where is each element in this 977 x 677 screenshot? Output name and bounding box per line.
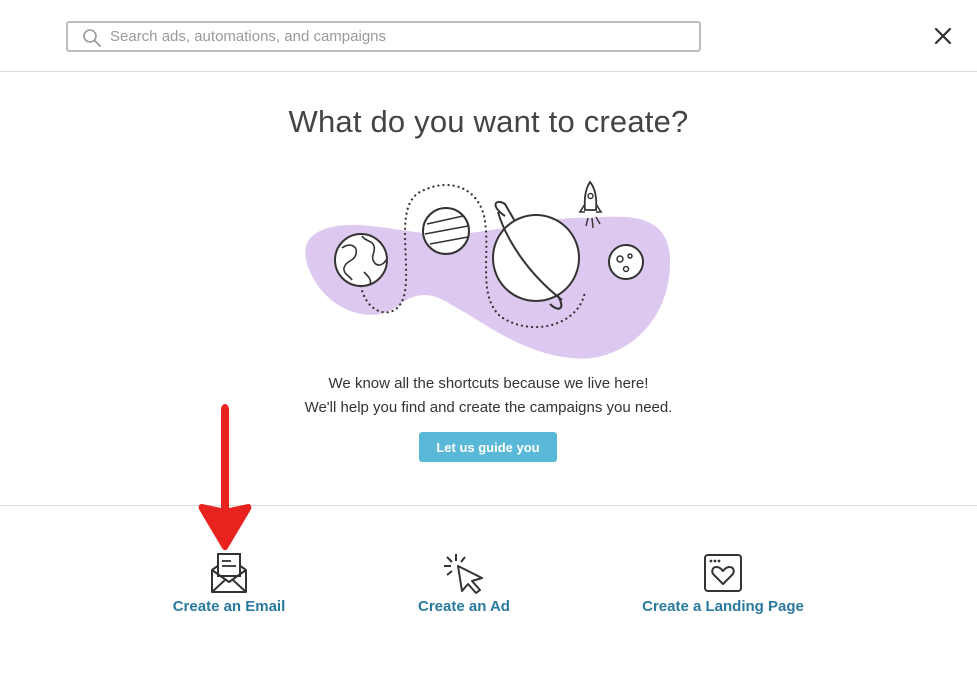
cursor-click-icon xyxy=(444,554,483,594)
create-email-option[interactable]: Create an Email xyxy=(150,552,308,615)
search-icon xyxy=(83,29,101,47)
create-landing-page-option[interactable]: Create a Landing Page xyxy=(630,552,816,615)
close-icon[interactable] xyxy=(931,24,955,48)
intro-line-1: We know all the shortcuts because we liv… xyxy=(328,375,649,392)
divider xyxy=(0,505,977,506)
create-landing-page-label[interactable]: Create a Landing Page xyxy=(630,598,816,615)
guide-me-button[interactable]: Let us guide you xyxy=(419,432,557,462)
page-title: What do you want to create? xyxy=(288,104,689,139)
intro-line-2: We'll help you find and create the campa… xyxy=(304,399,673,416)
create-email-label[interactable]: Create an Email xyxy=(150,598,308,615)
create-ad-option[interactable]: Create an Ad xyxy=(394,552,534,615)
red-arrow-pointer xyxy=(198,404,252,551)
search-input[interactable] xyxy=(110,23,690,50)
search-box[interactable] xyxy=(66,21,701,52)
space-planets-illustration xyxy=(305,180,671,359)
top-bar xyxy=(0,0,977,72)
envelope-icon xyxy=(211,553,247,593)
create-ad-label[interactable]: Create an Ad xyxy=(394,598,534,615)
browser-heart-icon xyxy=(704,554,742,592)
